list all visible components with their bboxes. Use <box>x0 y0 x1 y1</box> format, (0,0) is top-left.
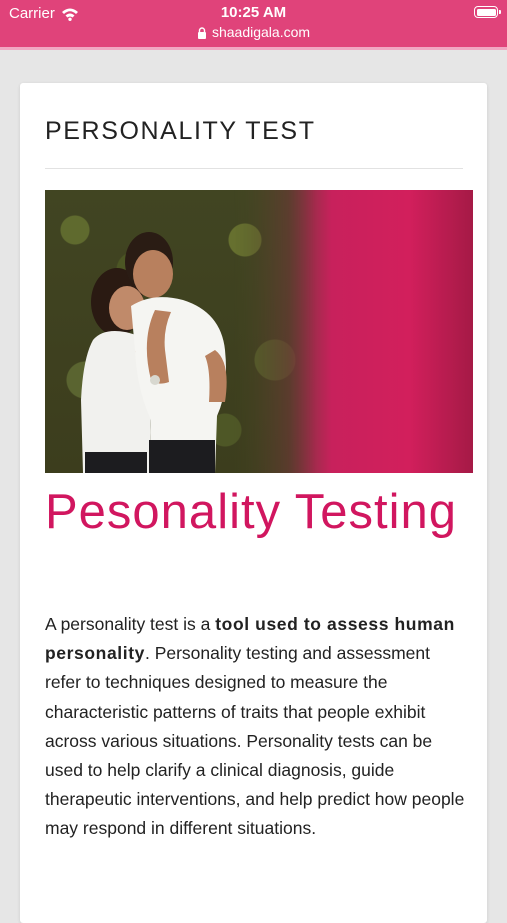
page-title: PERSONALITY TEST <box>45 117 316 145</box>
article-heading: Pesonality Testing <box>45 485 458 539</box>
browser-status-bar: Carrier 10:25 AM shaadigala.com <box>0 0 507 50</box>
body-intro: A personality test is a <box>45 614 216 634</box>
couple-photo <box>81 232 227 473</box>
article-body: A personality test is a tool used to ass… <box>45 610 470 844</box>
content-card: PERSONALITY TEST Pesonality Testing A pe… <box>20 83 487 923</box>
lock-icon <box>197 26 207 39</box>
title-divider <box>45 168 463 169</box>
clock: 10:25 AM <box>220 4 287 21</box>
battery-icon <box>474 6 501 18</box>
hero-image <box>45 190 473 473</box>
address-bar[interactable]: shaadigala.com <box>0 24 507 40</box>
body-rest: . Personality testing and assessment ref… <box>45 643 465 839</box>
url-text: shaadigala.com <box>211 24 311 40</box>
